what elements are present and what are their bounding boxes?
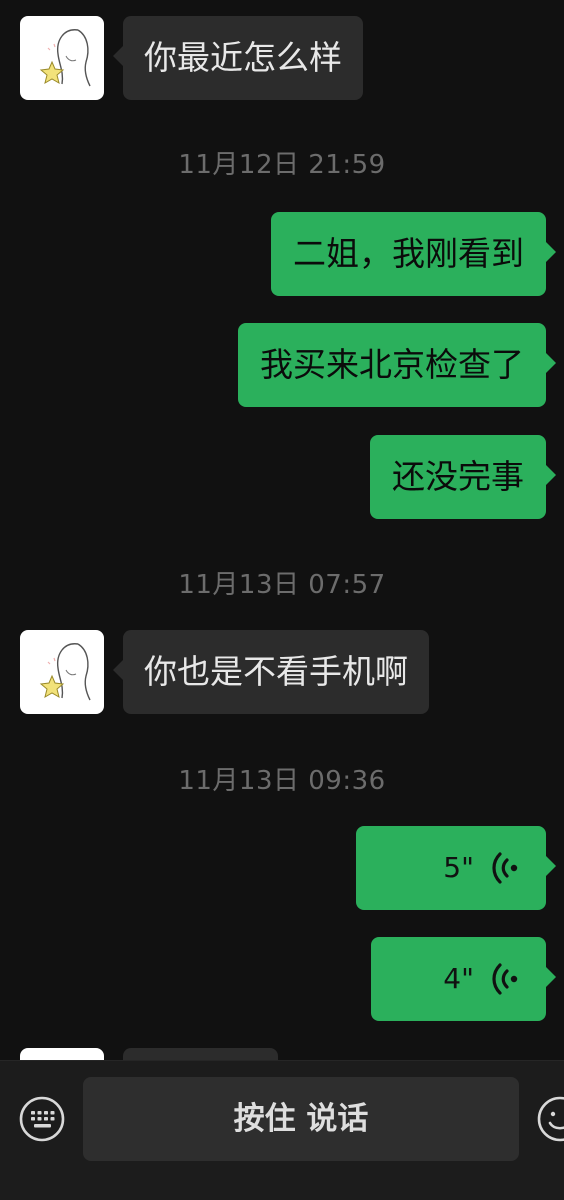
voice-duration: 5": [443, 851, 474, 884]
incoming-text-bubble[interactable]: [123, 1048, 278, 1060]
hold-to-talk-button[interactable]: 按住 说话: [83, 1077, 519, 1161]
outgoing-text-bubble[interactable]: 二姐，我刚看到: [271, 212, 556, 296]
girl-sketch-avatar-icon: [39, 29, 91, 87]
timestamp: 11月12日 21:59: [178, 150, 386, 180]
chat-area[interactable]: 你最近怎么样 11月12日 21:59 二姐，我刚看到 我买来北京检查了 还没完…: [0, 0, 564, 1060]
incoming-text-bubble[interactable]: 你最近怎么样: [113, 16, 363, 100]
outgoing-text-bubble[interactable]: 还没完事: [370, 435, 556, 519]
incoming-text-bubble[interactable]: 你也是不看手机啊: [113, 630, 429, 714]
outgoing-message-row: 我买来北京检查了: [0, 323, 564, 407]
outgoing-message-row: 还没完事: [0, 435, 564, 519]
girl-sketch-avatar-icon: [39, 643, 91, 701]
keyboard-icon[interactable]: [18, 1095, 66, 1143]
voice-duration: 4": [443, 962, 474, 995]
outgoing-message-row: 二姐，我刚看到: [0, 212, 564, 296]
timestamp: 11月13日 07:57: [178, 570, 386, 600]
outgoing-text-bubble[interactable]: 我买来北京检查了: [238, 323, 556, 407]
incoming-message-row: 你最近怎么样: [0, 16, 564, 100]
emoji-icon[interactable]: [536, 1095, 564, 1143]
voice-message-bubble[interactable]: 4": [371, 937, 556, 1021]
incoming-message-row-partial: [0, 1048, 564, 1060]
contact-avatar[interactable]: [20, 1048, 104, 1060]
incoming-message-row: 你也是不看手机啊: [0, 630, 564, 714]
voice-message-bubble[interactable]: 5": [356, 826, 556, 910]
contact-avatar[interactable]: [20, 630, 104, 714]
voice-wave-icon: [492, 852, 518, 884]
voice-wave-icon: [492, 963, 518, 995]
outgoing-message-row: 5": [0, 826, 564, 910]
chat-input-bar: 按住 说话: [0, 1060, 564, 1200]
contact-avatar[interactable]: [20, 16, 104, 100]
outgoing-message-row: 4": [0, 937, 564, 1021]
timestamp: 11月13日 09:36: [178, 766, 386, 796]
